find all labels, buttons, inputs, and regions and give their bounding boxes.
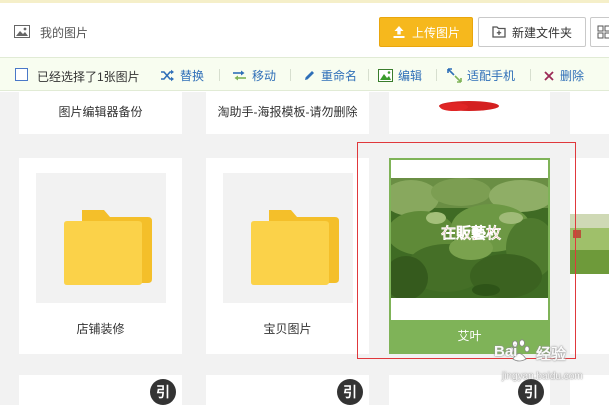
folder-thumbnail	[36, 173, 166, 303]
folder-icon	[251, 210, 339, 285]
toolbar-divider	[368, 69, 369, 81]
watermark-brand: Bai	[494, 343, 518, 360]
watermark-url: jingyan.baidu.com	[502, 371, 583, 382]
folder-name: 淘助手-海报模板-请勿删除	[217, 105, 358, 119]
rename-action[interactable]: 重命名	[303, 67, 357, 84]
folder-card[interactable]: 图片编辑器备份	[19, 92, 182, 134]
move-arrows-icon	[233, 70, 246, 81]
delete-label: 删除	[560, 69, 585, 83]
page-header: 我的图片 上传图片 新建文件夹	[0, 3, 609, 57]
image-card[interactable]	[570, 92, 609, 134]
folder-card[interactable]: 宝贝图片	[206, 158, 369, 354]
move-action[interactable]: 移动	[232, 67, 276, 84]
folder-name: 宝贝图片	[263, 322, 312, 336]
grid-view-icon	[597, 25, 609, 39]
folder-name: 店铺装修	[76, 322, 125, 336]
image-card[interactable]	[389, 92, 550, 134]
select-all-checkbox[interactable]	[15, 68, 28, 81]
folder-card[interactable]: 店铺装修	[19, 158, 182, 354]
upload-image-button[interactable]: 上传图片	[379, 17, 473, 47]
selection-count-text: 已经选择了1张图片	[37, 70, 140, 84]
folder-card[interactable]: 淘助手-海报模板-请勿删除	[206, 92, 369, 134]
selection-toolbar: 已经选择了1张图片 替换 移动 重命名 编辑 适配手机 删除	[0, 57, 609, 91]
pencil-icon	[305, 71, 314, 80]
close-icon	[544, 70, 554, 81]
shuffle-icon	[161, 69, 174, 82]
rename-label: 重命名	[321, 69, 358, 83]
replace-action[interactable]: 替换	[160, 67, 204, 84]
toolbar-divider	[530, 69, 531, 81]
selected-image-card[interactable]: 在販藝枚 艾叶	[389, 158, 550, 354]
red-scribble-thumbnail	[439, 101, 499, 111]
picture-icon	[14, 25, 30, 38]
fit-mobile-action[interactable]: 适配手机	[447, 67, 515, 84]
page-title: 我的图片	[40, 26, 89, 40]
image-thumbnail: 在販藝枚	[391, 178, 548, 298]
move-label: 移动	[252, 69, 277, 83]
image-card[interactable]: 引	[19, 375, 182, 405]
new-folder-icon	[492, 26, 506, 38]
replace-label: 替换	[180, 69, 205, 83]
new-folder-button[interactable]: 新建文件夹	[478, 17, 586, 47]
watermark-brand-suffix: 经验	[536, 346, 567, 363]
quote-badge: 引	[337, 379, 363, 405]
quote-badge: 引	[150, 379, 176, 405]
photo-overlay-text: 在販藝枚	[441, 224, 502, 242]
folder-icon	[64, 210, 152, 285]
image-card[interactable]: 引	[206, 375, 369, 405]
image-edit-icon	[378, 69, 393, 82]
upload-image-label: 上传图片	[411, 25, 460, 40]
image-card[interactable]	[570, 158, 609, 354]
delete-action[interactable]: 删除	[543, 67, 584, 84]
new-folder-label: 新建文件夹	[511, 25, 572, 40]
fit-mobile-icon	[447, 68, 462, 83]
toolbar-divider	[219, 69, 220, 81]
mugwort-photo: 在販藝枚	[391, 178, 548, 298]
toolbar-divider	[436, 69, 437, 81]
image-thumbnail	[570, 214, 609, 274]
edit-label: 编辑	[398, 69, 423, 83]
upload-icon	[393, 26, 405, 38]
baidu-jingyan-watermark: Bai 经验 jingyan.baidu.com	[494, 337, 606, 399]
grid-view-button[interactable]	[590, 17, 609, 47]
fit-mobile-label: 适配手机	[467, 69, 516, 83]
folder-thumbnail	[223, 173, 353, 303]
folder-name: 图片编辑器备份	[58, 105, 143, 119]
edit-action[interactable]: 编辑	[378, 67, 422, 84]
toolbar-divider	[290, 69, 291, 81]
